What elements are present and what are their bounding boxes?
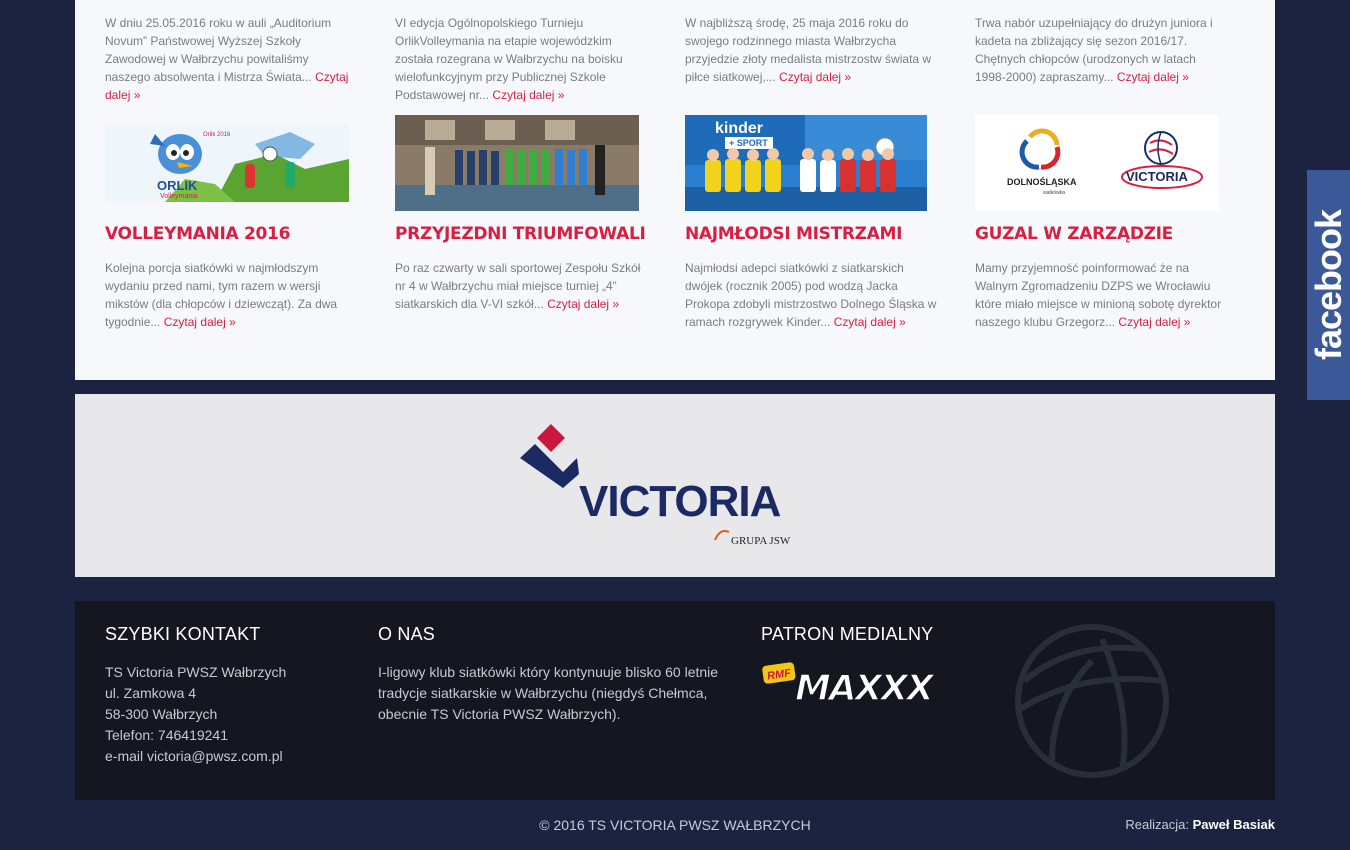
article-title[interactable]: NAJMŁODSI MISTRZAMI xyxy=(685,224,902,244)
article-thumbnail-guzal[interactable]: DOLNOŚLĄSKA siatkówka VICTORIA xyxy=(975,115,1219,211)
article-title[interactable]: GUZAL W ZARZĄDZIE xyxy=(975,224,1173,244)
read-more-link[interactable]: Czytaj dalej » xyxy=(834,315,906,329)
footer-heading-patron: PATRON MEDIALNY xyxy=(761,624,934,644)
credit-author-link[interactable]: Paweł Basiak xyxy=(1193,817,1275,832)
orlik-sub-text: Volleymania xyxy=(160,193,198,200)
svg-text:VICTORIA: VICTORIA xyxy=(1126,169,1188,184)
article-excerpt: Po raz czwarty w sali sportowej Zespołu … xyxy=(395,261,641,311)
orlik-corner-text: Orlik 2016 xyxy=(203,132,231,138)
victoria-emblem xyxy=(520,424,579,488)
rmf-maxxx-logo[interactable]: RMF MAXXX xyxy=(761,660,961,704)
article-excerpt: W najbliższą środę, 25 maja 2016 roku do… xyxy=(685,16,932,84)
read-more-link[interactable]: Czytaj dalej » xyxy=(1118,315,1190,329)
article-title[interactable]: VOLLEYMANIA 2016 xyxy=(105,224,290,244)
article-excerpt: W dniu 25.05.2016 roku w auli „Auditoriu… xyxy=(105,16,349,102)
about-line: obecnie TS Victoria PWSZ Wałbrzych). xyxy=(378,706,621,722)
volleyball-watermark-icon xyxy=(1015,624,1169,778)
read-more-link[interactable]: Czytaj dalej » xyxy=(492,88,564,102)
read-more-link[interactable]: Czytaj dalej » xyxy=(779,70,851,84)
facebook-side-tab[interactable]: facebook xyxy=(1307,170,1350,400)
sponsor-group: GRUPA JSW xyxy=(731,535,791,547)
contact-email[interactable]: e-mail victoria@pwsz.com.pl xyxy=(105,746,286,767)
footer-heading-contact: SZYBKI KONTAKT xyxy=(105,624,261,644)
article-excerpt: Kolejna porcja siatkówki w najmłodszym w… xyxy=(105,261,338,329)
read-more-link[interactable]: Czytaj dalej » xyxy=(164,315,236,329)
credit-label: Realizacja: xyxy=(1125,817,1189,832)
orlik-brand-text: ORLIK xyxy=(157,178,198,193)
about-line: I-ligowy klub siatkówki który kontynuuje… xyxy=(378,664,719,680)
article-title[interactable]: PRZYJEZDNI TRIUMFOWALI xyxy=(395,224,646,244)
article-thumbnail-volleymania[interactable]: ORLIK Volleymania Orlik 2016 xyxy=(105,124,349,202)
svg-text:DOLNOŚLĄSKA: DOLNOŚLĄSKA xyxy=(1007,176,1077,187)
article-excerpt: Mamy przyjemność poinformować że na Waln… xyxy=(975,261,1222,329)
kinder-banner-text: kinder xyxy=(715,120,763,137)
footer-heading-about: O NAS xyxy=(378,624,436,644)
kinder-sport-text: + SPORT xyxy=(729,138,768,148)
jsw-flame-icon xyxy=(714,530,730,541)
facebook-label: facebook xyxy=(1307,209,1349,361)
contact-line: TS Victoria PWSZ Wałbrzych xyxy=(105,664,287,680)
gym-team-photo xyxy=(395,115,639,211)
contact-block: TS Victoria PWSZ Wałbrzych ul. Zamkowa 4… xyxy=(105,662,286,767)
read-more-link[interactable]: Czytaj dalej » xyxy=(547,297,619,311)
article-excerpt: Najmłodsi adepci siatkówki z siatkarskic… xyxy=(685,261,937,329)
article-thumbnail-najmlodsi[interactable]: kinder + SPORT xyxy=(685,115,927,211)
article-excerpt: Trwa nabór uzupełniający do drużyn junio… xyxy=(975,16,1213,84)
partner-logos: DOLNOŚLĄSKA siatkówka VICTORIA xyxy=(975,115,1219,211)
about-line: tradycje siatkarskie w Wałbrzychu (niegd… xyxy=(378,685,708,701)
victoria-sponsor-logo[interactable]: VICTORIA GRUPA JSW xyxy=(515,420,805,550)
contact-line: 58-300 Wałbrzych xyxy=(105,706,218,722)
svg-text:siatkówka: siatkówka xyxy=(1043,190,1065,196)
contact-line: ul. Zamkowa 4 xyxy=(105,685,197,701)
kinder-team-photo: kinder + SPORT xyxy=(685,115,927,211)
article-excerpt: VI edycja Ogólnopolskiego Turnieju Orlik… xyxy=(395,16,623,102)
sponsor-name: VICTORIA xyxy=(579,477,781,526)
about-block: I-ligowy klub siatkówki który kontynuuje… xyxy=(378,662,718,725)
contact-phone: Telefon: 746419241 xyxy=(105,727,228,743)
read-more-link[interactable]: Czytaj dalej » xyxy=(1117,70,1189,84)
patron-name: MAXXX xyxy=(795,668,936,704)
article-thumbnail-przyjezdni[interactable] xyxy=(395,115,639,211)
orlik-volleymania-illustration: ORLIK Volleymania Orlik 2016 xyxy=(105,124,349,202)
credit: Realizacja: Paweł Basiak xyxy=(1125,817,1275,832)
rmf-badge: RMF xyxy=(762,662,796,684)
